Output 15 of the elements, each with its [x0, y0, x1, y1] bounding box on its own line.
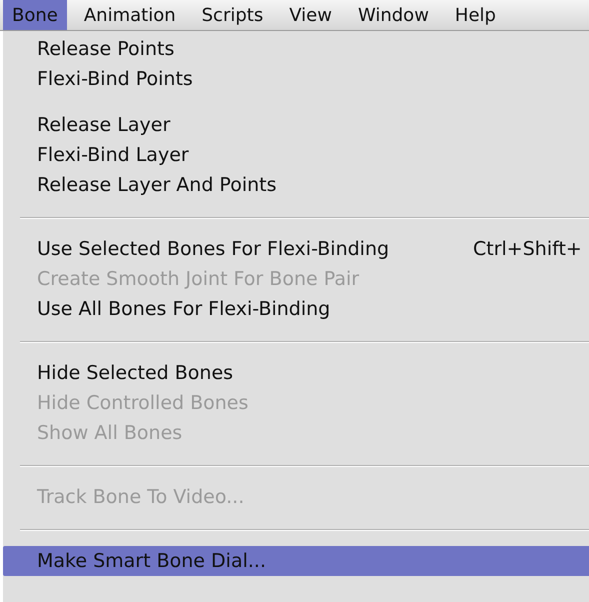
menu-bar-item[interactable]: Scripts — [192, 0, 272, 30]
menu-item[interactable]: Flexi-Bind Points — [3, 64, 589, 94]
menu-item[interactable]: Use Selected Bones For Flexi-Binding Ctrl+Shift+ — [3, 234, 589, 264]
menu-bar-item[interactable]: Bone — [3, 0, 67, 30]
menu-bar-item[interactable]: View — [280, 0, 341, 30]
menu-item[interactable]: Make Smart Bone Dial... — [3, 546, 589, 576]
menu-item[interactable]: Release Points — [3, 34, 589, 64]
menu-item[interactable]: Flexi-Bind Layer — [3, 140, 589, 170]
menu-bar-item[interactable]: Animation — [74, 0, 185, 30]
menu-item[interactable]: Use All Bones For Flexi-Binding — [3, 294, 589, 324]
menu-item[interactable]: Release Layer — [3, 110, 589, 140]
menu-item[interactable]: Release Layer And Points — [3, 170, 589, 200]
menu-bar-item[interactable]: Help — [446, 0, 505, 30]
menu-bar-item[interactable]: Window — [348, 0, 438, 30]
menu-item[interactable]: Hide Selected Bones — [3, 358, 589, 388]
